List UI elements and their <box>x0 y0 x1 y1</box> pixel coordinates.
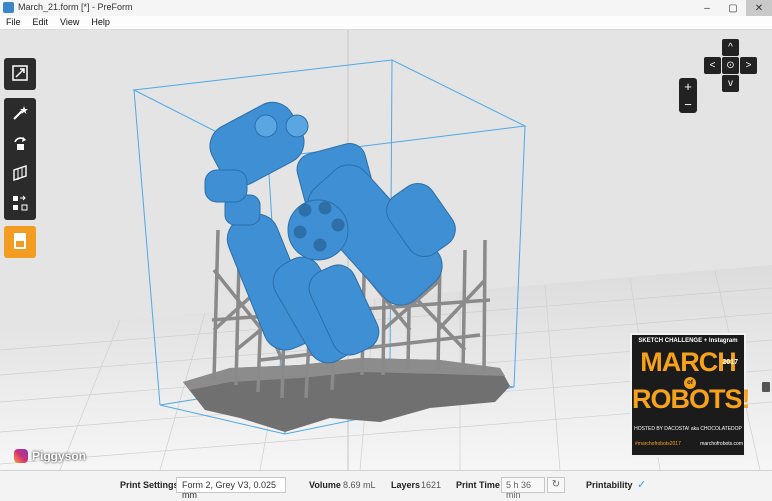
magic-wand-icon <box>13 106 28 120</box>
poster-title-robots: ROBOTS! <box>632 384 751 414</box>
poster-site: marchofrobots.com <box>700 441 743 447</box>
fit-view-button[interactable] <box>4 58 36 88</box>
march-of-robots-poster: SKETCH CHALLENGE + Instagram MARCH of 20… <box>630 333 751 457</box>
print-job-icon <box>14 233 26 249</box>
view-center-icon[interactable]: ⊙ <box>722 57 739 74</box>
refresh-estimate-button[interactable]: ↻ <box>547 477 565 493</box>
zoom-controls: + − <box>679 78 697 113</box>
menu-view[interactable]: View <box>54 16 85 29</box>
preform-app-icon <box>3 2 14 13</box>
tool-group <box>4 98 36 220</box>
maximize-button[interactable]: ▢ <box>720 0 746 16</box>
print-time-value: 5 h 36 min <box>501 477 545 500</box>
menu-edit[interactable]: Edit <box>27 16 55 29</box>
supports-button[interactable] <box>4 158 36 188</box>
status-bar: Print Settings Form 2, Grey V3, 0.025 mm… <box>0 470 772 501</box>
one-click-print-button[interactable] <box>4 98 36 128</box>
layout-icon <box>13 195 28 211</box>
window-title: March_21.form [*] - PreForm <box>18 2 133 12</box>
fit-view-group <box>4 58 36 90</box>
orientation-button[interactable] <box>4 128 36 158</box>
rotate-icon <box>14 137 26 150</box>
print-settings-field[interactable]: Form 2, Grey V3, 0.025 mm <box>176 477 286 500</box>
check-icon[interactable]: ✓ <box>637 478 646 491</box>
supports-icon <box>13 165 27 181</box>
poster-host: HOSTED BY DACOSTA! aka CHOCOLATEDOP <box>634 426 742 432</box>
minimize-button[interactable]: – <box>694 0 720 16</box>
poster-year: 2017 <box>722 359 738 366</box>
layout-button[interactable] <box>4 188 36 218</box>
job-group <box>4 226 36 258</box>
instagram-icon <box>14 449 28 463</box>
zoom-out-button[interactable]: − <box>684 97 692 112</box>
zoom-in-button[interactable]: + <box>684 79 692 94</box>
poster-hashtag: #marchofrobots2017 <box>635 441 681 447</box>
layers-value: 1621 <box>421 480 442 490</box>
menu-file[interactable]: File <box>0 16 27 29</box>
menu-help[interactable]: Help <box>85 16 116 29</box>
printability-label: Printability <box>586 480 633 490</box>
instagram-watermark: Piggyson <box>14 449 86 463</box>
pan-left-button[interactable]: < <box>704 57 721 74</box>
fit-view-icon <box>12 65 28 81</box>
watermark-text: Piggyson <box>32 449 87 463</box>
menu-bar: File Edit View Help <box>0 16 772 30</box>
title-bar: March_21.form [*] - PreForm – ▢ ✕ <box>0 0 772 17</box>
print-time-label: Print Time <box>456 480 500 490</box>
pan-right-button[interactable]: > <box>740 57 757 74</box>
close-button[interactable]: ✕ <box>746 0 772 16</box>
pan-down-button[interactable]: v <box>722 75 739 92</box>
layers-label: Layers <box>391 480 421 490</box>
print-job-button[interactable] <box>4 226 36 256</box>
print-settings-label: Print Settings <box>120 480 179 490</box>
side-panel-handle[interactable] <box>762 382 770 392</box>
pan-up-button[interactable]: ^ <box>722 39 739 56</box>
volume-label: Volume <box>309 480 341 490</box>
volume-value: 8.69 mL <box>343 480 376 490</box>
poster-top-text: SKETCH CHALLENGE + Instagram <box>638 338 738 344</box>
